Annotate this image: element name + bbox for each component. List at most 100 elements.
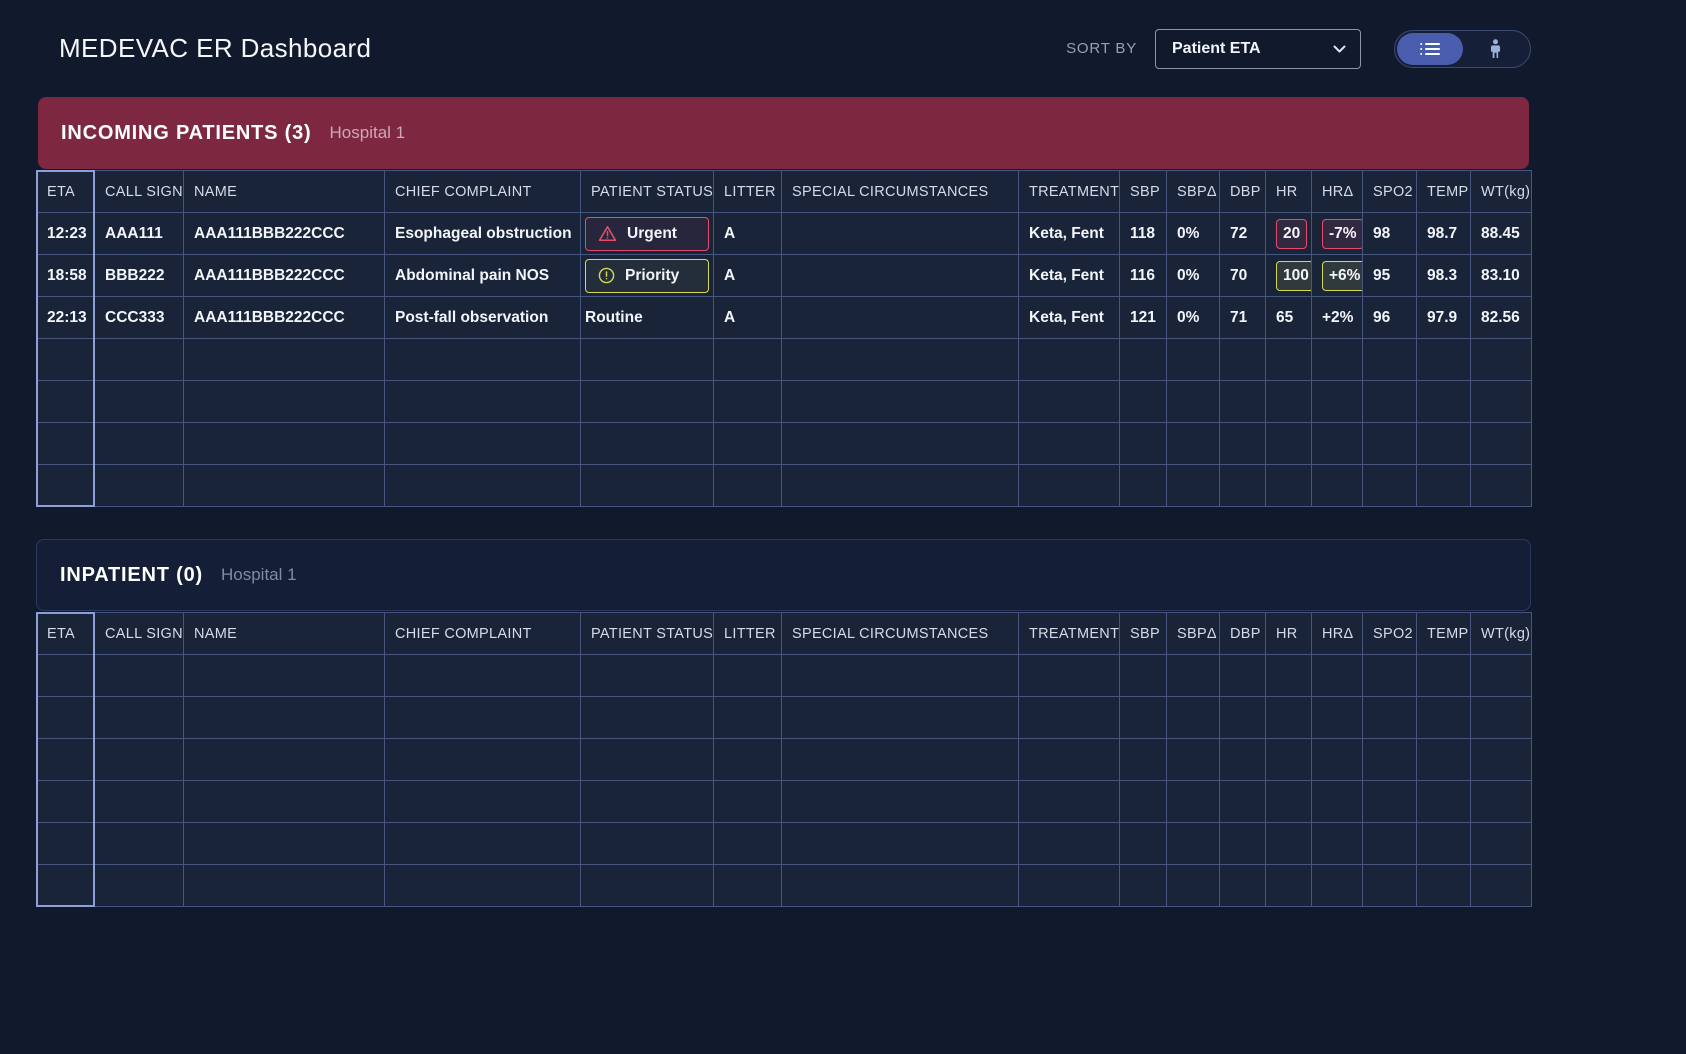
cell-wt: 82.56 (1471, 297, 1532, 339)
patient-row[interactable]: 18:58BBB222AAA111BBB222CCCAbdominal pain… (37, 255, 1532, 297)
empty-cell (385, 865, 581, 907)
medevac-dashboard: MEDEVAC ER Dashboard SORT BY Patient ETA (0, 0, 1686, 1054)
inpatient-hospital-label: Hospital 1 (221, 565, 297, 585)
empty-cell (714, 781, 782, 823)
status-label: Urgent (627, 225, 677, 243)
empty-cell (1019, 381, 1120, 423)
column-header-name: NAME (184, 613, 385, 655)
patient-row[interactable]: 12:23AAA111AAA111BBB222CCCEsophageal obs… (37, 213, 1532, 255)
empty-cell (581, 381, 714, 423)
empty-row (37, 781, 1532, 823)
view-toggle (1394, 30, 1531, 68)
cell-hr: 100 (1266, 255, 1312, 297)
column-header-status: PATIENT STATUS (581, 171, 714, 213)
list-view-button[interactable] (1397, 33, 1463, 65)
empty-cell (581, 465, 714, 507)
empty-cell (782, 339, 1019, 381)
cell-dbp: 72 (1220, 213, 1266, 255)
empty-cell (385, 339, 581, 381)
empty-cell (1220, 823, 1266, 865)
empty-cell (1167, 781, 1220, 823)
cell-special (782, 297, 1019, 339)
empty-cell (385, 423, 581, 465)
empty-cell (184, 339, 385, 381)
vital-highlight: +6% (1322, 261, 1363, 291)
empty-cell (581, 739, 714, 781)
list-icon (1420, 42, 1440, 56)
column-header-treatment: TREATMENT (1019, 171, 1120, 213)
empty-cell (1019, 423, 1120, 465)
column-header-special: SPECIAL CIRCUMSTANCES (782, 613, 1019, 655)
sort-dropdown[interactable]: Patient ETA (1155, 29, 1361, 69)
column-header-hrd: HRΔ (1312, 171, 1363, 213)
cell-hrd: +2% (1312, 297, 1363, 339)
empty-cell (714, 739, 782, 781)
empty-cell (1220, 697, 1266, 739)
empty-cell (581, 823, 714, 865)
cell-spo2: 96 (1363, 297, 1417, 339)
empty-cell (1220, 781, 1266, 823)
empty-cell (714, 465, 782, 507)
empty-row (37, 339, 1532, 381)
cell-sbpd: 0% (1167, 297, 1220, 339)
empty-cell (1363, 381, 1417, 423)
empty-cell (1417, 465, 1471, 507)
empty-cell (1019, 739, 1120, 781)
cell-special (782, 255, 1019, 297)
column-header-hr: HR (1266, 171, 1312, 213)
patient-row[interactable]: 22:13CCC333AAA111BBB222CCCPost-fall obse… (37, 297, 1532, 339)
empty-cell (184, 423, 385, 465)
empty-cell (581, 697, 714, 739)
cell-name: AAA111BBB222CCC (184, 297, 385, 339)
cell-litter: A (714, 297, 782, 339)
empty-cell (1019, 655, 1120, 697)
cell-treatment: Keta, Fent (1019, 213, 1120, 255)
empty-cell (184, 381, 385, 423)
empty-cell (1363, 865, 1417, 907)
column-header-special: SPECIAL CIRCUMSTANCES (782, 171, 1019, 213)
empty-cell (1471, 465, 1532, 507)
cell-status: Urgent (581, 213, 714, 255)
column-header-wt: WT(kg) (1471, 613, 1532, 655)
empty-cell (1167, 465, 1220, 507)
column-header-sbpd: SBPΔ (1167, 171, 1220, 213)
empty-cell (184, 697, 385, 739)
empty-cell (1019, 865, 1120, 907)
empty-cell (1312, 465, 1363, 507)
empty-cell (782, 381, 1019, 423)
empty-cell (37, 697, 95, 739)
empty-cell (95, 423, 184, 465)
empty-cell (95, 697, 184, 739)
cell-sbp: 121 (1120, 297, 1167, 339)
empty-cell (1266, 739, 1312, 781)
empty-cell (1266, 781, 1312, 823)
empty-cell (95, 655, 184, 697)
cell-status: Routine (581, 297, 714, 339)
patient-view-button[interactable] (1463, 33, 1529, 65)
cell-sbp: 116 (1120, 255, 1167, 297)
empty-cell (1220, 381, 1266, 423)
person-icon (1488, 39, 1503, 58)
alert-circle-icon (598, 267, 615, 284)
empty-cell (1417, 781, 1471, 823)
empty-cell (1266, 465, 1312, 507)
cell-eta: 12:23 (37, 213, 95, 255)
empty-cell (184, 823, 385, 865)
empty-cell (1220, 423, 1266, 465)
column-header-eta: ETA (37, 171, 95, 213)
empty-cell (782, 739, 1019, 781)
vital-highlight: 100 (1276, 261, 1312, 291)
inpatient-table: ETACALL SIGNNAMECHIEF COMPLAINTPATIENT S… (36, 612, 1532, 907)
status-badge-urgent: Urgent (585, 217, 709, 251)
empty-cell (184, 465, 385, 507)
empty-row (37, 697, 1532, 739)
empty-cell (95, 739, 184, 781)
empty-cell (1471, 739, 1532, 781)
cell-treatment: Keta, Fent (1019, 297, 1120, 339)
inpatient-panel: INPATIENT (0) Hospital 1 ETACALL SIGNNAM… (36, 539, 1531, 907)
cell-call_sign: CCC333 (95, 297, 184, 339)
empty-cell (1417, 381, 1471, 423)
inpatient-header: INPATIENT (0) Hospital 1 (36, 539, 1531, 611)
column-header-litter: LITTER (714, 171, 782, 213)
topbar-controls: SORT BY Patient ETA (1066, 29, 1531, 69)
